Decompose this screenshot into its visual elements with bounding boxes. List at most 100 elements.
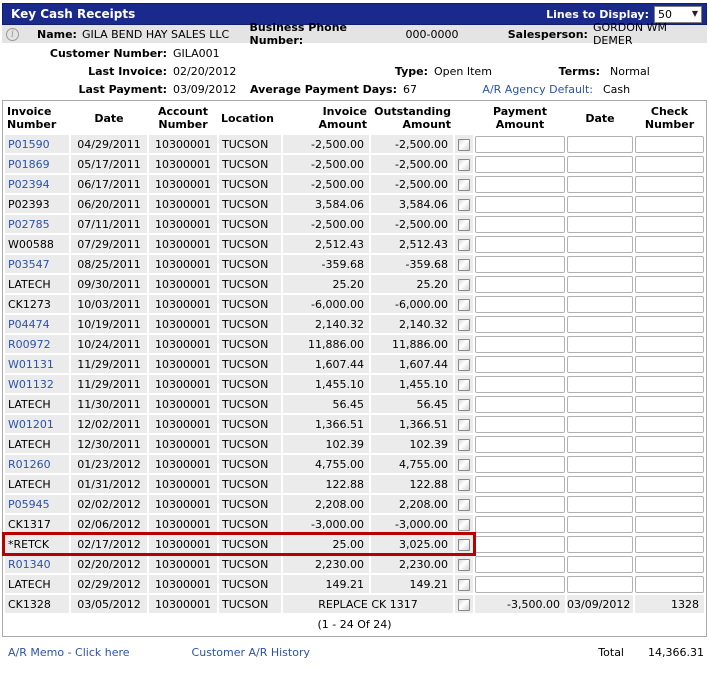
invoice-number-cell[interactable]: R01260: [5, 455, 69, 473]
row-checkbox[interactable]: [458, 278, 470, 291]
check-number-input[interactable]: [635, 435, 704, 453]
payment-date-input[interactable]: [567, 495, 633, 513]
payment-date-input[interactable]: [567, 295, 633, 313]
invoice-number-cell[interactable]: R00972: [5, 335, 69, 353]
payment-amount-input[interactable]: [475, 375, 565, 393]
payment-amount-input[interactable]: [475, 475, 565, 493]
check-number-input[interactable]: [635, 175, 704, 193]
payment-date-input[interactable]: [567, 195, 633, 213]
payment-date-input[interactable]: [567, 395, 633, 413]
check-number-input[interactable]: [635, 315, 704, 333]
row-checkbox[interactable]: [458, 358, 470, 371]
payment-amount-input[interactable]: [475, 235, 565, 253]
invoice-number-link[interactable]: P05945: [8, 498, 50, 511]
check-number-input[interactable]: [635, 535, 704, 553]
check-number-input[interactable]: [635, 235, 704, 253]
row-checkbox[interactable]: [458, 498, 470, 511]
payment-amount-input[interactable]: [475, 515, 565, 533]
row-checkbox[interactable]: [458, 458, 470, 471]
check-number-input[interactable]: [635, 395, 704, 413]
payment-amount-input[interactable]: [475, 275, 565, 293]
invoice-number-cell[interactable]: P02785: [5, 215, 69, 233]
check-number-input[interactable]: [635, 355, 704, 373]
ar-agency-default-link[interactable]: A/R Agency Default:: [433, 83, 593, 96]
invoice-number-link[interactable]: R00972: [8, 338, 51, 351]
invoice-number-cell[interactable]: W01201: [5, 415, 69, 433]
invoice-number-link[interactable]: W01201: [8, 418, 54, 431]
check-number-input[interactable]: [635, 255, 704, 273]
row-checkbox[interactable]: [458, 518, 470, 531]
row-checkbox[interactable]: [458, 598, 470, 611]
check-number-input[interactable]: [635, 215, 704, 233]
payment-date-input[interactable]: [567, 175, 633, 193]
invoice-number-link[interactable]: P02394: [8, 178, 50, 191]
payment-date-input[interactable]: [567, 215, 633, 233]
payment-date-input[interactable]: [567, 375, 633, 393]
payment-amount-input[interactable]: [475, 155, 565, 173]
payment-date-input[interactable]: [567, 355, 633, 373]
invoice-number-cell[interactable]: P01590: [5, 135, 69, 153]
payment-amount-input[interactable]: [475, 535, 565, 553]
payment-amount-input[interactable]: [475, 435, 565, 453]
row-checkbox[interactable]: [458, 418, 470, 431]
payment-date-input[interactable]: [567, 435, 633, 453]
invoice-number-link[interactable]: R01260: [8, 458, 51, 471]
invoice-number-cell[interactable]: P05945: [5, 495, 69, 513]
payment-amount-input[interactable]: [475, 415, 565, 433]
payment-amount-input[interactable]: [475, 555, 565, 573]
payment-date-input[interactable]: [567, 235, 633, 253]
check-number-input[interactable]: [635, 515, 704, 533]
row-checkbox[interactable]: [458, 398, 470, 411]
payment-date-input[interactable]: [567, 475, 633, 493]
row-checkbox[interactable]: [458, 538, 470, 551]
payment-date-input[interactable]: [567, 275, 633, 293]
row-checkbox[interactable]: [458, 258, 470, 271]
check-number-input[interactable]: [635, 575, 704, 593]
check-number-input[interactable]: [635, 415, 704, 433]
payment-amount-input[interactable]: [475, 315, 565, 333]
invoice-number-cell[interactable]: P02394: [5, 175, 69, 193]
check-number-input[interactable]: [635, 475, 704, 493]
payment-amount-input[interactable]: [475, 175, 565, 193]
check-number-input[interactable]: [635, 135, 704, 153]
payment-date-input[interactable]: [567, 415, 633, 433]
check-number-input[interactable]: [635, 375, 704, 393]
payment-amount-input[interactable]: [475, 335, 565, 353]
invoice-number-link[interactable]: P01590: [8, 138, 50, 151]
invoice-number-cell[interactable]: P03547: [5, 255, 69, 273]
check-number-input[interactable]: [635, 195, 704, 213]
payment-date-input[interactable]: [567, 575, 633, 593]
row-checkbox[interactable]: [458, 298, 470, 311]
check-number-input[interactable]: [635, 275, 704, 293]
row-checkbox[interactable]: [458, 578, 470, 591]
payment-date-input[interactable]: [567, 335, 633, 353]
payment-date-input[interactable]: [567, 155, 633, 173]
payment-amount-input[interactable]: [475, 355, 565, 373]
row-checkbox[interactable]: [458, 238, 470, 251]
row-checkbox[interactable]: [458, 338, 470, 351]
invoice-number-link[interactable]: P03547: [8, 258, 50, 271]
invoice-number-link[interactable]: W01132: [8, 378, 54, 391]
payment-amount-input[interactable]: [475, 575, 565, 593]
payment-date-input[interactable]: [567, 535, 633, 553]
row-checkbox[interactable]: [458, 198, 470, 211]
payment-amount-input[interactable]: [475, 195, 565, 213]
payment-date-input[interactable]: [567, 455, 633, 473]
invoice-number-link[interactable]: P02785: [8, 218, 50, 231]
payment-date-input[interactable]: [567, 135, 633, 153]
row-checkbox[interactable]: [458, 178, 470, 191]
payment-amount-input[interactable]: [475, 455, 565, 473]
invoice-number-link[interactable]: W01131: [8, 358, 54, 371]
row-checkbox[interactable]: [458, 378, 470, 391]
invoice-number-link[interactable]: P04474: [8, 318, 50, 331]
payment-date-input[interactable]: [567, 555, 633, 573]
customer-ar-history-link[interactable]: Customer A/R History: [192, 646, 310, 659]
check-number-input[interactable]: [635, 455, 704, 473]
payment-date-input[interactable]: [567, 315, 633, 333]
row-checkbox[interactable]: [458, 158, 470, 171]
invoice-number-cell[interactable]: P01869: [5, 155, 69, 173]
invoice-number-cell[interactable]: W01131: [5, 355, 69, 373]
row-checkbox[interactable]: [458, 138, 470, 151]
invoice-number-link[interactable]: P01869: [8, 158, 50, 171]
check-number-input[interactable]: [635, 495, 704, 513]
